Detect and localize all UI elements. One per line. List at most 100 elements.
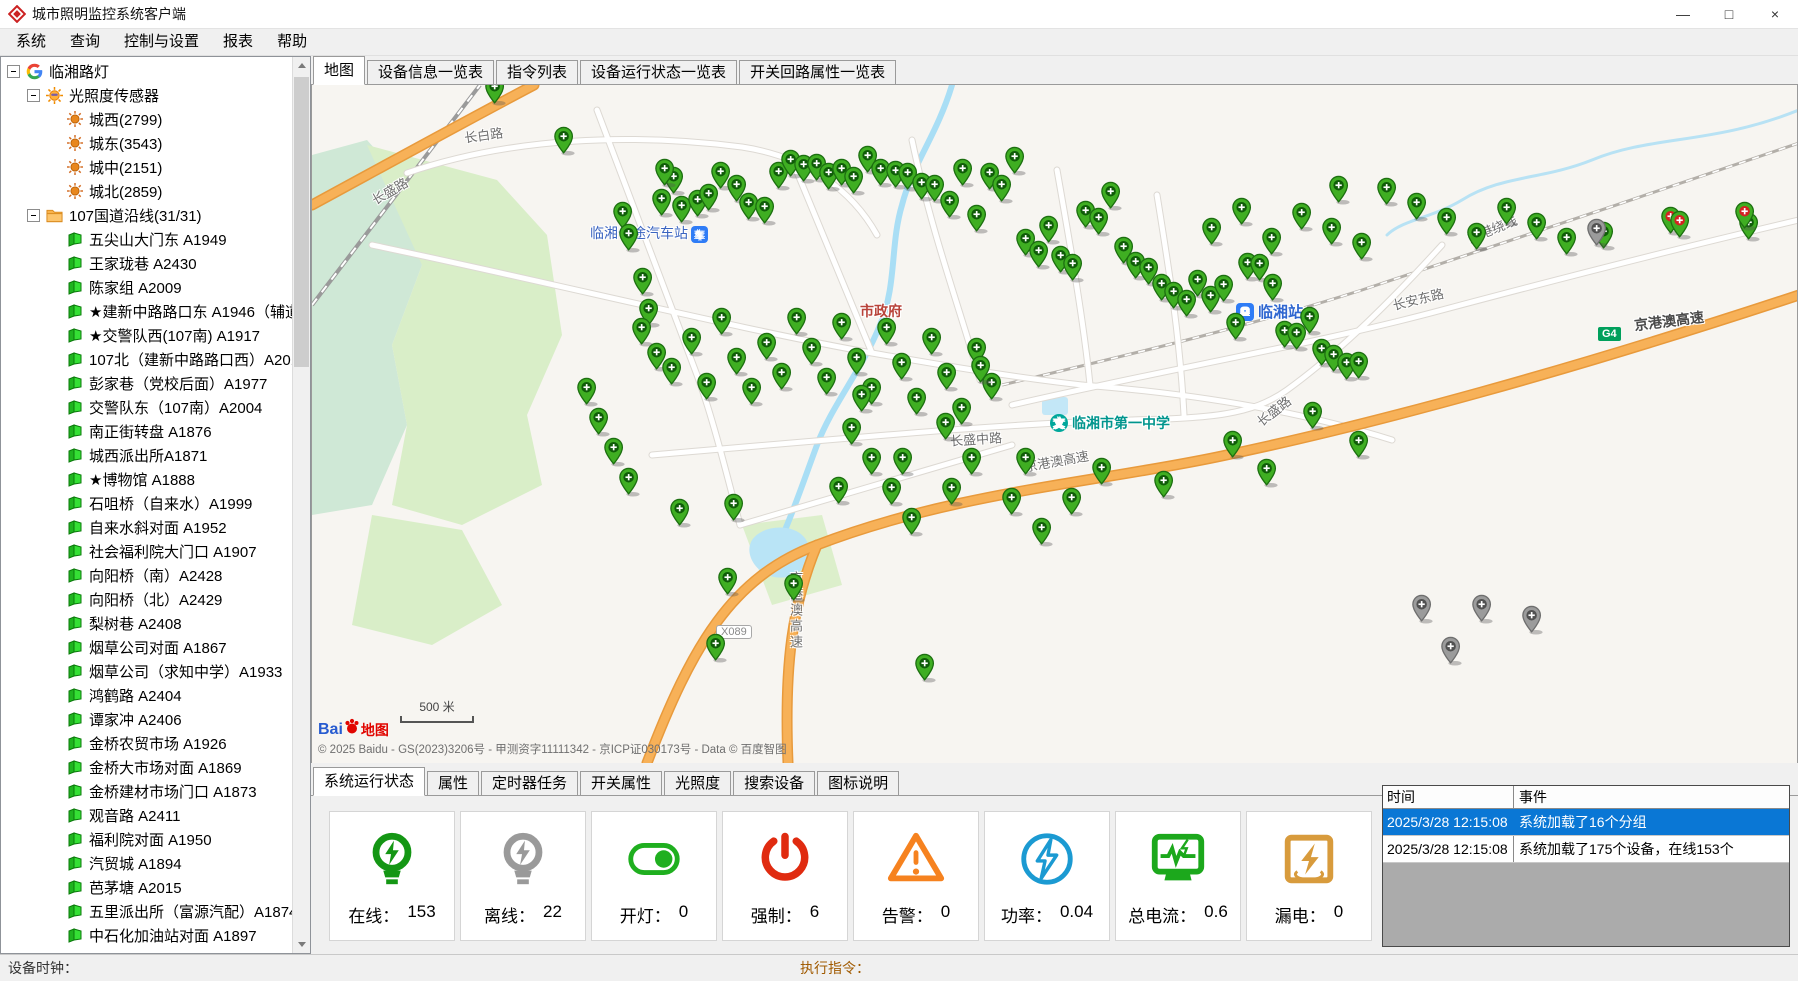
- map-marker-online[interactable]: [922, 327, 943, 357]
- map-marker-online[interactable]: [577, 377, 598, 407]
- map-marker-online[interactable]: [1263, 273, 1284, 303]
- map-marker-online[interactable]: [1016, 447, 1037, 477]
- tree-item[interactable]: 谭家冲 A2406: [1, 707, 293, 731]
- map-marker-online[interactable]: [1232, 197, 1253, 227]
- tree-item[interactable]: 107北（建新中路路口西）A2014: [1, 347, 293, 371]
- map-marker-online[interactable]: [1437, 207, 1458, 237]
- tree-expander-icon[interactable]: [27, 89, 40, 102]
- menu-item-3[interactable]: 报表: [211, 31, 265, 53]
- map-marker-online[interactable]: [992, 174, 1013, 204]
- map-marker-online[interactable]: [1349, 351, 1370, 381]
- tree-group-1[interactable]: 107国道沿线(31/31): [1, 203, 293, 227]
- tree-item[interactable]: 自来水斜对面 A1952: [1, 515, 293, 539]
- event-row[interactable]: 2025/3/28 12:15:08系统加载了175个设备，在线153个: [1383, 836, 1789, 863]
- tree-item[interactable]: 向阳桥（北）A2429: [1, 587, 293, 611]
- tree-item[interactable]: 金桥农贸市场 A1926: [1, 731, 293, 755]
- tree-item[interactable]: ★交警队西(107南) A1917: [1, 323, 293, 347]
- map-marker-online[interactable]: [1377, 177, 1398, 207]
- tree-item[interactable]: 鸿鹤路 A2404: [1, 683, 293, 707]
- map-marker-online[interactable]: [893, 447, 914, 477]
- tree-item[interactable]: ★博物馆 A1888: [1, 467, 293, 491]
- map-marker-online[interactable]: [902, 507, 923, 537]
- map-marker-online[interactable]: [802, 337, 823, 367]
- map-marker-online[interactable]: [1557, 227, 1578, 257]
- tree-item[interactable]: 五尖山大门东 A1949: [1, 227, 293, 251]
- tree-item[interactable]: 城中(2151): [1, 155, 293, 179]
- tab-bottom-5[interactable]: 搜索设备: [733, 771, 815, 795]
- map-marker-online[interactable]: [784, 573, 805, 603]
- map-marker-online[interactable]: [1497, 197, 1518, 227]
- event-row[interactable]: 2025/3/28 12:15:08系统加载了16个分组: [1383, 809, 1789, 836]
- tree-item[interactable]: 向阳桥（南）A2428: [1, 563, 293, 587]
- map-marker-offline[interactable]: [1472, 594, 1493, 624]
- tree-item[interactable]: 城西(2799): [1, 107, 293, 131]
- map-marker-alarm[interactable]: [1670, 210, 1691, 240]
- map-marker-online[interactable]: [755, 196, 776, 226]
- tree-item[interactable]: 金桥大市场对面 A1869: [1, 755, 293, 779]
- map-marker-online[interactable]: [1303, 401, 1324, 431]
- tab-map-0[interactable]: 地图: [313, 56, 365, 85]
- map-marker-online[interactable]: [1322, 217, 1343, 247]
- map-marker-online[interactable]: [655, 158, 676, 188]
- map-marker-offline[interactable]: [1441, 636, 1462, 666]
- map-marker-online[interactable]: [940, 190, 961, 220]
- map-marker-online[interactable]: [1214, 274, 1235, 304]
- tab-bottom-6[interactable]: 图标说明: [817, 771, 899, 795]
- menu-item-0[interactable]: 系统: [4, 31, 58, 53]
- map-marker-online[interactable]: [1063, 253, 1084, 283]
- map-marker-online[interactable]: [1352, 232, 1373, 262]
- map-marker-online[interactable]: [727, 347, 748, 377]
- tree-expander-icon[interactable]: [7, 65, 20, 78]
- tree-expander-icon[interactable]: [27, 209, 40, 222]
- maximize-button[interactable]: □: [1706, 0, 1752, 28]
- map-marker-online[interactable]: [1407, 192, 1428, 222]
- tab-bottom-0[interactable]: 系统运行状态: [313, 767, 425, 796]
- map-marker-online[interactable]: [1349, 430, 1370, 460]
- menu-item-1[interactable]: 查询: [58, 31, 112, 53]
- map-marker-online[interactable]: [670, 498, 691, 528]
- menu-item-4[interactable]: 帮助: [265, 31, 319, 53]
- tree-item[interactable]: 城北(2859): [1, 179, 293, 203]
- map-marker-offline[interactable]: [1587, 218, 1608, 248]
- tree-item[interactable]: 观音路 A2411: [1, 803, 293, 827]
- map-marker-online[interactable]: [706, 633, 727, 663]
- map-marker-online[interactable]: [877, 317, 898, 347]
- map-marker-online[interactable]: [485, 85, 506, 106]
- tab-bottom-2[interactable]: 定时器任务: [481, 771, 578, 795]
- map-marker-online[interactable]: [619, 223, 640, 253]
- map-marker-online[interactable]: [772, 362, 793, 392]
- map-marker-online[interactable]: [847, 347, 868, 377]
- map-marker-online[interactable]: [1002, 487, 1023, 517]
- map-marker-online[interactable]: [971, 355, 992, 385]
- map-marker-online[interactable]: [1089, 207, 1110, 237]
- map-marker-online[interactable]: [554, 126, 575, 156]
- map-marker-online[interactable]: [589, 407, 610, 437]
- map-canvas[interactable]: 长白路长盛路临湘长途汽车站车市政府Ω临湘站长安东路文临湘市第一中学长盛中路长盛路…: [311, 85, 1798, 763]
- tree-item[interactable]: 金桥建材市场门口 A1873: [1, 779, 293, 803]
- tree-item[interactable]: ★建新中路路口东 A1946（辅道灯）: [1, 299, 293, 323]
- map-marker-online[interactable]: [1202, 217, 1223, 247]
- map-marker-online[interactable]: [619, 467, 640, 497]
- map-marker-online[interactable]: [942, 477, 963, 507]
- tab-map-3[interactable]: 设备运行状态一览表: [580, 60, 737, 84]
- tab-bottom-1[interactable]: 属性: [427, 771, 479, 795]
- map-marker-online[interactable]: [633, 267, 654, 297]
- map-marker-online[interactable]: [662, 357, 683, 387]
- tab-map-2[interactable]: 指令列表: [496, 60, 578, 84]
- tree-item[interactable]: 福利院对面 A1950: [1, 827, 293, 851]
- map-marker-online[interactable]: [1292, 202, 1313, 232]
- tab-bottom-3[interactable]: 开关属性: [580, 771, 662, 795]
- map-marker-online[interactable]: [962, 447, 983, 477]
- map-marker-offline[interactable]: [1522, 605, 1543, 635]
- map-marker-online[interactable]: [718, 567, 739, 597]
- map-marker-online[interactable]: [1262, 227, 1283, 257]
- tab-map-1[interactable]: 设备信息一览表: [367, 60, 494, 84]
- sidebar-scrollbar[interactable]: [292, 57, 310, 953]
- tree-item[interactable]: 梨树巷 A2408: [1, 611, 293, 635]
- close-button[interactable]: ×: [1752, 0, 1798, 28]
- map-marker-online[interactable]: [1154, 470, 1175, 500]
- scroll-up-icon[interactable]: [293, 57, 310, 74]
- map-marker-online[interactable]: [1329, 175, 1350, 205]
- minimize-button[interactable]: —: [1660, 0, 1706, 28]
- tree-item[interactable]: 陈家组 A2009: [1, 275, 293, 299]
